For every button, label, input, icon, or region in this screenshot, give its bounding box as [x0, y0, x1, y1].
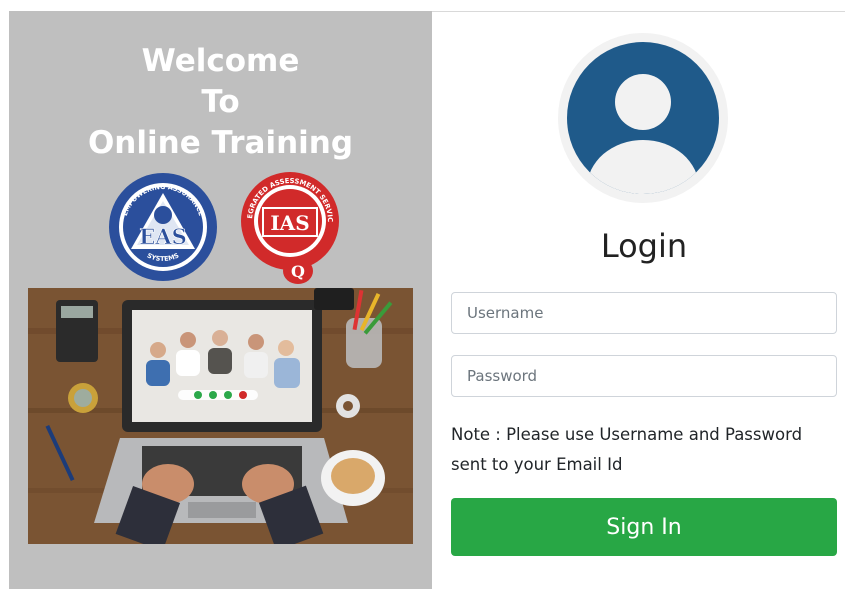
top-divider	[432, 11, 845, 12]
welcome-heading: Welcome To Online Training	[9, 41, 432, 164]
ias-logo-text: IAS	[270, 211, 309, 235]
sign-in-button[interactable]: Sign In	[451, 498, 837, 556]
welcome-line-3: Online Training	[87, 125, 354, 161]
login-note: Note : Please use Username and Password …	[451, 425, 803, 474]
ias-sub-text: Q	[291, 262, 305, 281]
video-conference-laptop-image	[28, 288, 413, 544]
logos: EMPOWERING ASSURANCE SYSTEMS EAS INTEGRA…	[107, 171, 357, 287]
welcome-line-1: Welcome	[141, 43, 300, 79]
welcome-line-2: To	[201, 84, 240, 120]
eas-logo-text: EAS	[139, 224, 186, 249]
username-input[interactable]	[451, 292, 837, 334]
password-input[interactable]	[451, 355, 837, 397]
login-title: Login	[600, 227, 688, 265]
welcome-panel: Welcome To Online Training EMPOWERING AS…	[9, 11, 432, 589]
eas-logo: EMPOWERING ASSURANCE SYSTEMS EAS	[109, 173, 217, 281]
user-avatar-icon	[558, 33, 728, 203]
ias-logo: INTEGRATED ASSESSMENT SERVICES IAS Q	[238, 171, 339, 284]
